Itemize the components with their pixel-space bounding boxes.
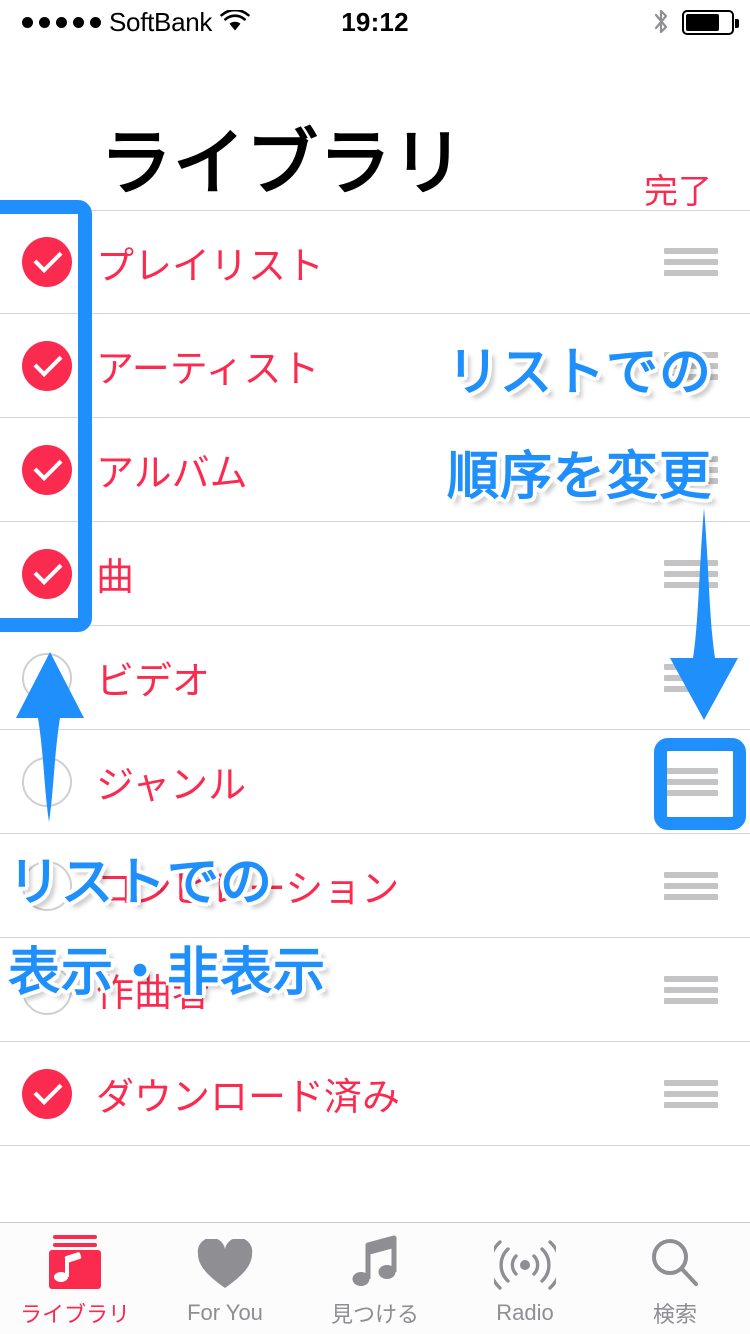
- list-item[interactable]: アーティスト: [0, 314, 750, 418]
- list-item-label: ダウンロード済み: [96, 1077, 401, 1119]
- library-options-list: プレイリスト アーティスト アルバム 曲 ビデオ ジャンル コンピレーション 作…: [0, 210, 750, 1146]
- status-bar: SoftBank 19:12: [0, 0, 750, 44]
- tab-bar: ライブラリ For You 見つける Radio 検索: [0, 1222, 750, 1334]
- nav-bar: ライブラリ 完了: [0, 44, 750, 213]
- drag-handle-icon[interactable]: [664, 559, 718, 588]
- checkbox-checked-icon[interactable]: [22, 1068, 72, 1119]
- drag-handle-icon[interactable]: [664, 455, 718, 484]
- tab-search[interactable]: 検索: [600, 1223, 750, 1334]
- list-item-label: アーティスト: [96, 349, 320, 391]
- list-item-label: プレイリスト: [96, 245, 325, 288]
- page-title: ライブラリ: [100, 124, 466, 204]
- drag-handle-icon[interactable]: [664, 351, 718, 380]
- tab-radio[interactable]: Radio: [450, 1223, 600, 1334]
- radio-icon: [494, 1238, 556, 1292]
- list-item[interactable]: 曲: [0, 522, 750, 626]
- heart-icon: [196, 1238, 254, 1292]
- search-icon: [649, 1235, 701, 1289]
- list-item-label: コンピレーション: [96, 869, 400, 911]
- checkbox-checked-icon[interactable]: [22, 444, 72, 495]
- status-bar-right: [652, 8, 739, 36]
- tab-for-you[interactable]: For You: [150, 1223, 300, 1334]
- tab-browse[interactable]: 見つける: [300, 1223, 450, 1334]
- library-icon: [47, 1234, 103, 1289]
- checkbox-unchecked-icon[interactable]: [22, 756, 72, 807]
- checkbox-unchecked-icon[interactable]: [22, 964, 72, 1015]
- list-item-label: ジャンル: [96, 765, 247, 807]
- checkbox-checked-icon[interactable]: [22, 340, 72, 391]
- bluetooth-icon: [652, 8, 670, 36]
- tab-library[interactable]: ライブラリ: [0, 1223, 150, 1334]
- list-item[interactable]: コンピレーション: [0, 834, 750, 938]
- drag-handle-icon[interactable]: [664, 248, 718, 276]
- list-item-label: 作曲者: [96, 973, 211, 1015]
- list-item-label: 曲: [96, 557, 135, 599]
- tab-label-browse: 見つける: [330, 1301, 419, 1327]
- list-item[interactable]: アルバム: [0, 418, 750, 522]
- drag-handle-icon[interactable]: [664, 767, 718, 796]
- checkbox-checked-icon[interactable]: [22, 548, 72, 599]
- drag-handle-icon[interactable]: [664, 975, 718, 1004]
- battery-icon: [682, 9, 739, 35]
- list-item[interactable]: プレイリスト: [0, 210, 750, 314]
- list-item[interactable]: ビデオ: [0, 626, 750, 730]
- list-item-label: ビデオ: [96, 661, 211, 703]
- checkbox-unchecked-icon[interactable]: [22, 860, 72, 911]
- list-item[interactable]: 作曲者: [0, 938, 750, 1042]
- list-item-label: アルバム: [96, 453, 248, 495]
- list-item[interactable]: ダウンロード済み: [0, 1042, 750, 1146]
- drag-handle-icon[interactable]: [664, 663, 718, 692]
- done-button[interactable]: 完了: [644, 164, 712, 213]
- music-note-icon: [348, 1235, 402, 1289]
- drag-handle-icon[interactable]: [664, 1079, 718, 1108]
- tab-label-search: 検索: [652, 1301, 697, 1327]
- drag-handle-icon[interactable]: [664, 871, 718, 900]
- tab-label-for-you: For You: [187, 1299, 263, 1325]
- tab-label-library: ライブラリ: [19, 1301, 130, 1327]
- checkbox-checked-icon[interactable]: [22, 237, 72, 287]
- status-bar-time: 19:12: [341, 6, 409, 37]
- tab-label-radio: Radio: [496, 1299, 554, 1325]
- phone-screen: SoftBank 19:12 ライブラリ 完了 プレイリスト アーティスト アル…: [0, 0, 750, 1334]
- checkbox-unchecked-icon[interactable]: [22, 652, 72, 703]
- list-item[interactable]: ジャンル: [0, 730, 750, 834]
